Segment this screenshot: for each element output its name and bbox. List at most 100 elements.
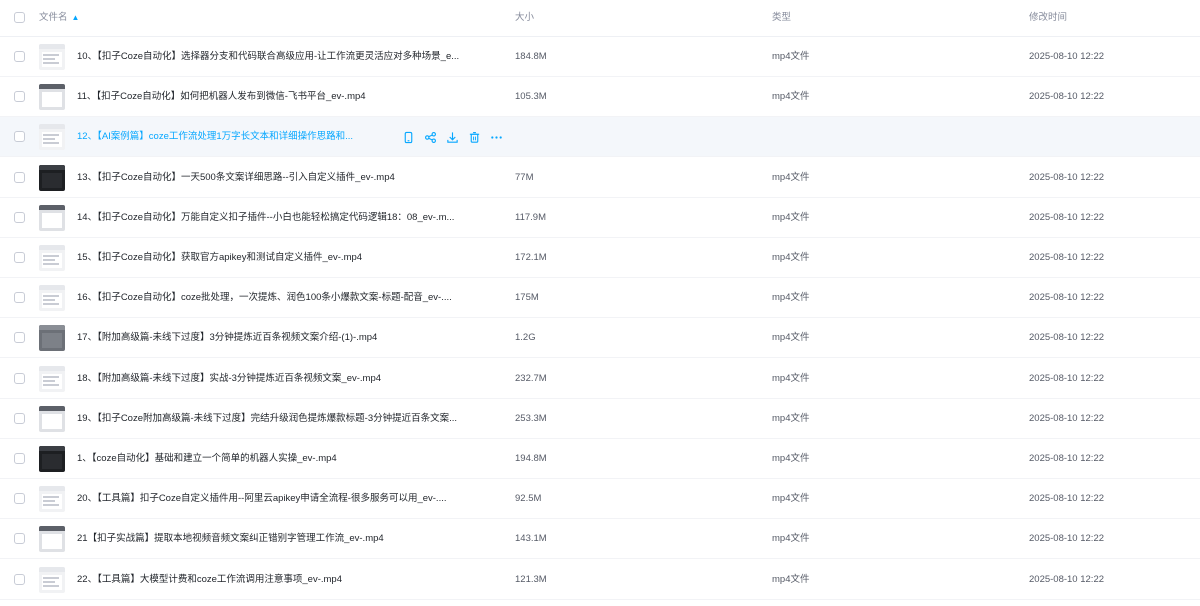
file-name[interactable]: 11、【扣子Coze自动化】如何把机器人发布到微信-飞书平台_ev-.mp4	[77, 91, 366, 103]
file-name[interactable]: 10、【扣子Coze自动化】选择器分支和代码联合高级应用-让工作流更灵活应对多种…	[77, 51, 459, 63]
file-modified-time: 2025-08-10 12:22	[1029, 211, 1105, 223]
file-name[interactable]: 14、【扣子Coze自动化】万能自定义扣子插件--小白也能轻松搞定代码逻辑18：…	[77, 212, 454, 224]
file-name[interactable]: 15、【扣子Coze自动化】获取官方apikey和测试自定义插件_ev-.mp4	[77, 252, 362, 264]
file-modified-time: 2025-08-10 12:22	[1029, 493, 1105, 505]
file-size: 117.9M	[515, 211, 546, 223]
file-row[interactable]: 20、【工具篇】扣子Coze自定义插件用--阿里云apikey申请全流程-很多服…	[0, 479, 1200, 520]
video-thumbnail[interactable]	[39, 405, 65, 432]
video-thumbnail[interactable]	[39, 566, 65, 593]
row-checkbox[interactable]	[14, 292, 25, 304]
row-checkbox[interactable]	[14, 453, 25, 464]
file-name[interactable]: 18、【附加高级篇-未线下过度】实战-3分钟提炼近百条视频文案_ev-.mp4	[77, 373, 381, 385]
file-name[interactable]: 22、【工具篇】大模型计费和coze工作流调用注意事项_ev-.mp4	[77, 574, 342, 586]
video-thumbnail[interactable]	[39, 325, 65, 352]
row-checkbox[interactable]	[14, 533, 25, 545]
file-modified-time: 2025-08-10 12:22	[1029, 533, 1105, 545]
file-modified-time: 2025-08-10 12:22	[1029, 292, 1105, 304]
download-icon[interactable]	[446, 131, 459, 144]
video-thumbnail[interactable]	[39, 204, 65, 231]
trash-icon[interactable]	[468, 131, 481, 144]
more-icon[interactable]	[490, 131, 503, 144]
file-modified-time: 2025-08-10 12:22	[1029, 453, 1105, 464]
file-row[interactable]: 16、【扣子Coze自动化】coze批处理，一次提炼、润色100条小爆款文案-标…	[0, 278, 1200, 319]
video-thumbnail[interactable]	[39, 486, 65, 513]
file-name[interactable]: 21【扣子实战篇】提取本地视频音频文案纠正错别字管理工作流_ev-.mp4	[77, 533, 384, 545]
file-type: mp4文件	[772, 533, 810, 545]
file-name[interactable]: 16、【扣子Coze自动化】coze批处理，一次提炼、润色100条小爆款文案-标…	[77, 292, 452, 304]
row-checkbox[interactable]	[14, 332, 25, 344]
file-size: 194.8M	[515, 453, 547, 464]
file-name[interactable]: 1、【coze自动化】基础和建立一个简单的机器人实操_ev-.mp4	[77, 453, 337, 465]
file-type: mp4文件	[772, 51, 810, 62]
phone-icon[interactable]	[402, 131, 415, 144]
column-header-type[interactable]: 类型	[772, 12, 791, 24]
file-type: mp4文件	[772, 292, 810, 304]
column-name-label: 文件名	[39, 12, 68, 23]
row-checkbox[interactable]	[14, 211, 25, 223]
file-name[interactable]: 12、【AI案例篇】coze工作流处理1万字长文本和详细操作思路和...	[77, 131, 353, 143]
file-type: mp4文件	[772, 211, 810, 223]
row-checkbox[interactable]	[14, 131, 25, 143]
file-row[interactable]: 13、【扣子Coze自动化】一天500条文案详细思路--引入自定义插件_ev-.…	[0, 158, 1200, 198]
file-row[interactable]: 10、【扣子Coze自动化】选择器分支和代码联合高级应用-让工作流更灵活应对多种…	[0, 37, 1200, 77]
column-header-modified[interactable]: 修改时间	[1029, 12, 1067, 24]
file-name[interactable]: 20、【工具篇】扣子Coze自定义插件用--阿里云apikey申请全流程-很多服…	[77, 493, 447, 505]
file-size: 232.7M	[515, 372, 547, 384]
file-row[interactable]: 11、【扣子Coze自动化】如何把机器人发布到微信-飞书平台_ev-.mp4 10…	[0, 77, 1200, 118]
file-type: mp4文件	[772, 252, 810, 263]
row-checkbox[interactable]	[14, 372, 25, 384]
video-thumbnail[interactable]	[39, 164, 65, 191]
file-modified-time: 2025-08-10 12:22	[1029, 91, 1105, 103]
row-actions	[402, 130, 503, 144]
sort-arrow-up-icon[interactable]: ▲	[72, 12, 80, 24]
row-checkbox[interactable]	[14, 573, 25, 585]
video-thumbnail[interactable]	[39, 245, 65, 271]
file-row[interactable]: 22、【工具篇】大模型计费和coze工作流调用注意事项_ev-.mp4 121.3…	[0, 560, 1200, 600]
file-modified-time: 2025-08-10 12:22	[1029, 332, 1105, 344]
row-checkbox[interactable]	[14, 252, 25, 263]
file-row[interactable]: 18、【附加高级篇-未线下过度】实战-3分钟提炼近百条视频文案_ev-.mp4 2…	[0, 359, 1200, 399]
file-size: 175M	[515, 292, 539, 304]
video-thumbnail[interactable]	[39, 285, 65, 312]
file-name[interactable]: 19、【扣子Coze附加高级篇-未线下过度】完结升级润色提炼爆款标题-3分钟提近…	[77, 413, 457, 425]
file-size: 105.3M	[515, 91, 547, 103]
file-type: mp4文件	[772, 453, 810, 464]
file-row[interactable]: 1、【coze自动化】基础和建立一个简单的机器人实操_ev-.mp4 194.8M…	[0, 439, 1200, 479]
column-header-size[interactable]: 大小	[515, 12, 534, 24]
file-row[interactable]: 19、【扣子Coze附加高级篇-未线下过度】完结升级润色提炼爆款标题-3分钟提近…	[0, 399, 1200, 439]
file-row[interactable]: 15、【扣子Coze自动化】获取官方apikey和测试自定义插件_ev-.mp4…	[0, 238, 1200, 278]
file-size: 77M	[515, 171, 534, 183]
file-row[interactable]: 21【扣子实战篇】提取本地视频音频文案纠正错别字管理工作流_ev-.mp4 143…	[0, 519, 1200, 560]
file-size: 184.8M	[515, 51, 547, 62]
file-type: mp4文件	[772, 372, 810, 384]
video-thumbnail[interactable]	[39, 84, 65, 111]
file-modified-time: 2025-08-10 12:22	[1029, 252, 1105, 263]
file-size: 121.3M	[515, 573, 547, 585]
row-checkbox[interactable]	[14, 493, 25, 505]
file-name[interactable]: 17、【附加高级篇-未线下过度】3分钟提炼近百条视频文案介绍-(1)-.mp4	[77, 332, 377, 344]
share-icon[interactable]	[424, 131, 437, 144]
select-all-checkbox[interactable]	[14, 12, 25, 23]
file-type: mp4文件	[772, 171, 810, 183]
row-checkbox[interactable]	[14, 412, 25, 424]
video-thumbnail[interactable]	[39, 365, 65, 392]
video-thumbnail[interactable]	[39, 446, 65, 472]
file-row[interactable]: 17、【附加高级篇-未线下过度】3分钟提炼近百条视频文案介绍-(1)-.mp4 1…	[0, 318, 1200, 359]
file-type: mp4文件	[772, 573, 810, 585]
file-row[interactable]: 14、【扣子Coze自动化】万能自定义扣子插件--小白也能轻松搞定代码逻辑18：…	[0, 198, 1200, 238]
row-checkbox[interactable]	[14, 171, 25, 183]
video-thumbnail[interactable]	[39, 44, 65, 70]
file-size: 1.2G	[515, 332, 536, 344]
file-modified-time: 2025-08-10 12:22	[1029, 372, 1105, 384]
file-type: mp4文件	[772, 412, 810, 424]
file-modified-time: 2025-08-10 12:22	[1029, 573, 1105, 585]
column-header-name[interactable]: 文件名 ▲	[39, 12, 79, 24]
file-size: 92.5M	[515, 493, 542, 505]
video-thumbnail[interactable]	[39, 124, 65, 151]
video-thumbnail[interactable]	[39, 526, 65, 553]
row-checkbox[interactable]	[14, 91, 25, 103]
file-name[interactable]: 13、【扣子Coze自动化】一天500条文案详细思路--引入自定义插件_ev-.…	[77, 172, 395, 184]
file-row[interactable]: 12、【AI案例篇】coze工作流处理1万字长文本和详细操作思路和...	[0, 117, 1200, 158]
file-modified-time: 2025-08-10 12:22	[1029, 412, 1105, 424]
row-checkbox[interactable]	[14, 51, 25, 62]
